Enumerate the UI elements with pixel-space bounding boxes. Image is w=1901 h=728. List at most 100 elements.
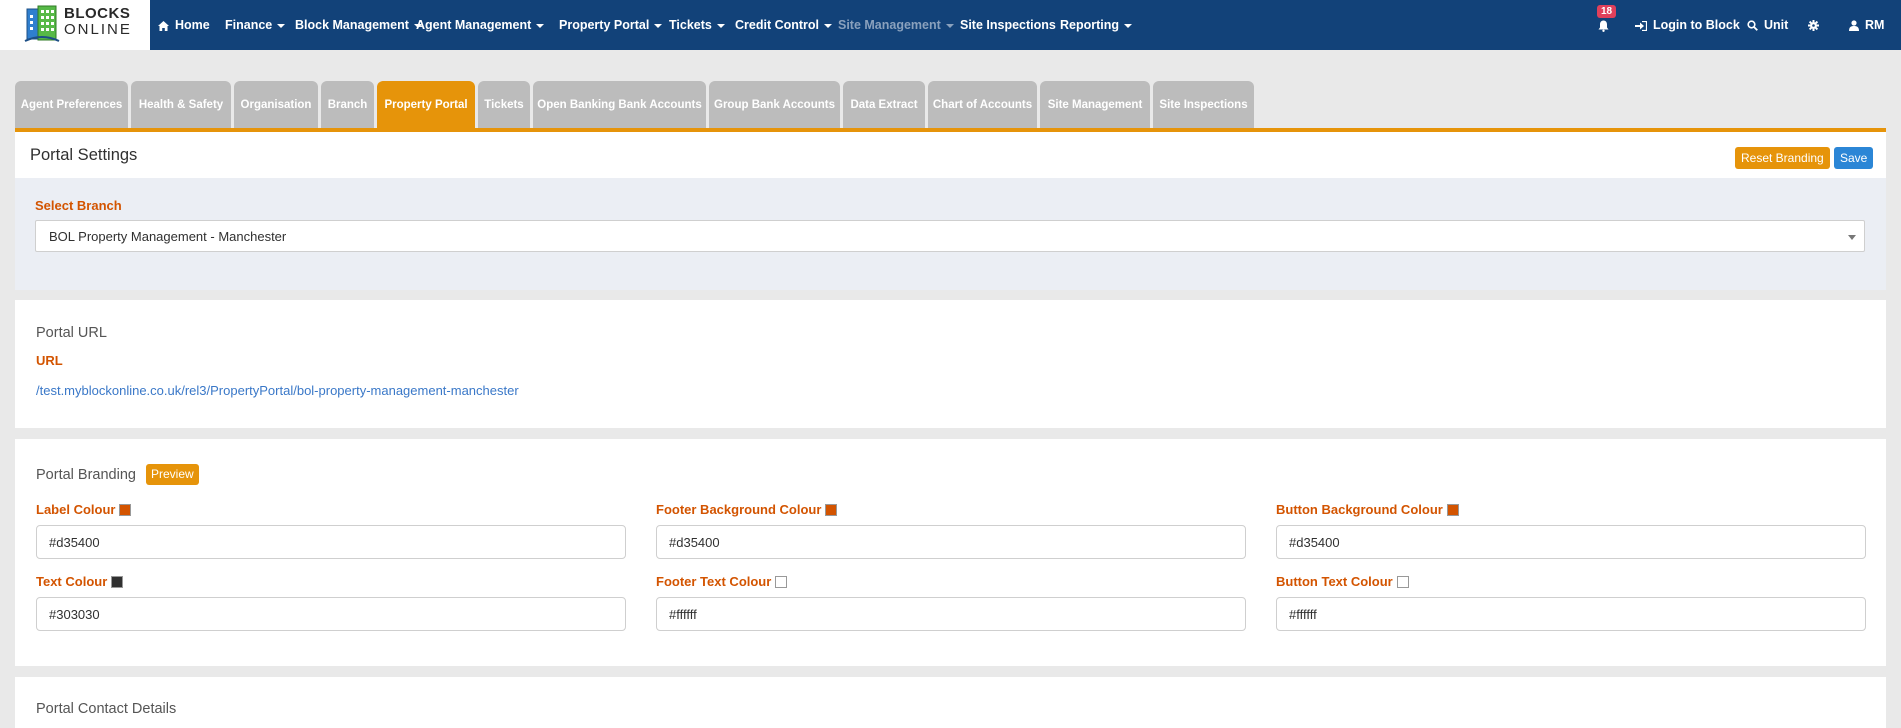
footer-text-colour-swatch[interactable] <box>775 575 788 588</box>
chevron-down-icon <box>277 23 286 28</box>
user-icon <box>1849 20 1859 32</box>
branch-select-panel: Select Branch BOL Property Management - … <box>15 178 1886 290</box>
nav-finance[interactable]: Finance <box>225 0 286 50</box>
portal-branding-title: Portal Branding <box>36 467 136 483</box>
select-branch-label: Select Branch <box>35 198 122 213</box>
nav-property-portal[interactable]: Property Portal <box>559 0 663 50</box>
button-text-colour-swatch[interactable] <box>1396 575 1409 588</box>
button-bg-colour-input[interactable] <box>1276 525 1866 559</box>
portal-url-title: Portal URL <box>36 325 107 341</box>
tab-site-management[interactable]: Site Management <box>1040 81 1150 129</box>
footer-bg-colour-swatch[interactable] <box>825 503 838 516</box>
tab-site-inspections[interactable]: Site Inspections <box>1153 81 1254 129</box>
nav-credit-control-label: Credit Control <box>735 18 820 32</box>
nav-site-management-label: Site Management <box>838 18 941 32</box>
app-logo[interactable]: BLOCKS ONLINE <box>0 0 150 50</box>
nav-tickets-label: Tickets <box>669 18 712 32</box>
chevron-down-icon <box>654 23 663 28</box>
chevron-down-icon <box>716 23 725 28</box>
portal-url-panel: Portal URL URL /test.myblockonline.co.uk… <box>15 300 1886 428</box>
nav-site-management[interactable]: Site Management <box>838 0 954 50</box>
tab-group-bank-accounts[interactable]: Group Bank Accounts <box>709 81 840 129</box>
login-to-block-label: Login to Block <box>1653 18 1740 32</box>
reset-branding-button[interactable]: Reset Branding <box>1735 147 1830 169</box>
preview-button[interactable]: Preview <box>146 464 199 485</box>
button-text-colour-input[interactable] <box>1276 597 1866 631</box>
nav-block-management-label: Block Management <box>295 18 409 32</box>
tab-tickets[interactable]: Tickets <box>478 81 530 129</box>
logo-text-online: ONLINE <box>64 21 132 38</box>
label-colour-swatch[interactable] <box>119 503 132 516</box>
tab-data-extract[interactable]: Data Extract <box>843 81 925 129</box>
nav-home[interactable]: Home <box>158 0 210 50</box>
label-colour-text: Label Colour <box>36 502 116 517</box>
url-label: URL <box>36 353 63 368</box>
footer-bg-colour-label: Footer Background Colour <box>656 502 838 517</box>
text-colour-swatch[interactable] <box>111 575 124 588</box>
nav-home-label: Home <box>175 18 210 32</box>
footer-text-colour-label: Footer Text Colour <box>656 574 788 589</box>
nav-agent-management[interactable]: Agent Management <box>416 0 545 50</box>
settings-button[interactable] <box>1808 0 1825 50</box>
button-bg-colour-swatch[interactable] <box>1446 503 1459 516</box>
nav-reporting-label: Reporting <box>1060 18 1120 32</box>
home-icon <box>158 20 169 31</box>
footer-text-colour-text: Footer Text Colour <box>656 574 772 589</box>
page-title: Portal Settings <box>30 146 138 164</box>
portal-settings-header: Portal Settings Reset Branding Save <box>15 132 1886 178</box>
nav-tickets[interactable]: Tickets <box>669 0 725 50</box>
label-colour-input[interactable] <box>36 525 626 559</box>
notification-count-badge: 18 <box>1597 5 1617 18</box>
tab-chart-of-accounts[interactable]: Chart of Accounts <box>928 81 1037 129</box>
tab-branch[interactable]: Branch <box>321 81 374 129</box>
chevron-down-icon <box>945 23 954 28</box>
search-icon <box>1747 20 1758 32</box>
button-text-colour-text: Button Text Colour <box>1276 574 1393 589</box>
user-initials: RM <box>1865 18 1885 32</box>
nav-agent-management-label: Agent Management <box>416 18 532 32</box>
save-button[interactable]: Save <box>1834 147 1874 169</box>
button-bg-colour-label: Button Background Colour <box>1276 502 1459 517</box>
chevron-down-icon <box>1848 235 1856 240</box>
nav-property-portal-label: Property Portal <box>559 18 650 32</box>
chevron-down-icon <box>824 23 833 28</box>
logo-text-blocks: BLOCKS <box>64 5 131 22</box>
footer-text-colour-input[interactable] <box>656 597 1246 631</box>
text-colour-text: Text Colour <box>36 574 108 589</box>
nav-credit-control[interactable]: Credit Control <box>735 0 833 50</box>
gear-icon <box>1808 20 1819 32</box>
tab-property-portal[interactable]: Property Portal <box>377 81 475 129</box>
label-colour-label: Label Colour <box>36 502 132 517</box>
user-menu[interactable]: RM <box>1849 0 1884 50</box>
button-text-colour-label: Button Text Colour <box>1276 574 1409 589</box>
nav-site-inspections-label: Site Inspections <box>960 18 1056 32</box>
logo-icon <box>24 5 60 42</box>
login-to-block-link[interactable]: Login to Block <box>1635 0 1740 50</box>
portal-contact-panel: Portal Contact Details <box>15 677 1886 728</box>
button-bg-colour-text: Button Background Colour <box>1276 502 1443 517</box>
chevron-down-icon <box>536 23 545 28</box>
tab-agent-preferences[interactable]: Agent Preferences <box>15 81 128 129</box>
tab-health-safety[interactable]: Health & Safety <box>131 81 231 129</box>
unit-search-label: Unit <box>1764 18 1789 32</box>
nav-reporting[interactable]: Reporting <box>1060 0 1133 50</box>
tab-open-banking-bank-accounts[interactable]: Open Banking Bank Accounts <box>533 81 706 129</box>
nav-site-inspections[interactable]: Site Inspections <box>960 0 1056 50</box>
branch-select[interactable]: BOL Property Management - Manchester <box>35 220 1865 252</box>
footer-bg-colour-input[interactable] <box>656 525 1246 559</box>
portal-contact-title: Portal Contact Details <box>36 701 177 717</box>
tab-organisation[interactable]: Organisation <box>234 81 318 129</box>
nav-block-management[interactable]: Block Management <box>295 0 422 50</box>
portal-url-link[interactable]: /test.myblockonline.co.uk/rel3/PropertyP… <box>36 383 519 398</box>
bell-icon <box>1598 20 1609 32</box>
portal-branding-panel: Portal Branding Preview Label Colour Foo… <box>15 439 1886 666</box>
text-colour-input[interactable] <box>36 597 626 631</box>
branch-select-value: BOL Property Management - Manchester <box>49 229 287 244</box>
top-navbar: BLOCKS ONLINE Home Finance Block Managem… <box>0 0 1901 50</box>
nav-finance-label: Finance <box>225 18 273 32</box>
footer-bg-colour-text: Footer Background Colour <box>656 502 822 517</box>
chevron-down-icon <box>1124 23 1133 28</box>
text-colour-label: Text Colour <box>36 574 124 589</box>
unit-search-button[interactable]: Unit <box>1747 0 1788 50</box>
sign-in-icon <box>1635 20 1647 31</box>
